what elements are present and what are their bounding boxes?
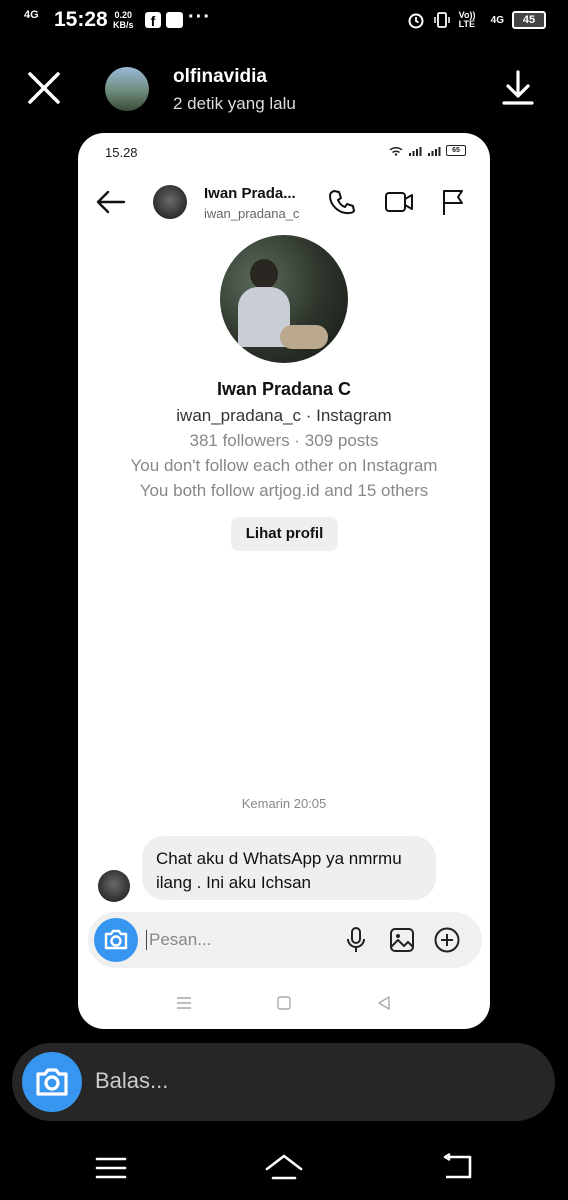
volte-indicator: Vo)) LTE bbox=[458, 10, 476, 29]
more-notifications-icon: ··· bbox=[188, 6, 211, 28]
inner-back-icon bbox=[378, 996, 390, 1010]
microphone-icon bbox=[347, 927, 365, 952]
camera-icon bbox=[36, 1068, 68, 1096]
inner-battery: 65 bbox=[446, 145, 466, 156]
message-input[interactable]: Pesan... bbox=[146, 930, 211, 950]
plus-circle-icon bbox=[434, 927, 460, 953]
report-button[interactable] bbox=[440, 188, 466, 216]
download-button[interactable] bbox=[500, 68, 536, 108]
profile-photo[interactable] bbox=[220, 235, 348, 363]
back-icon bbox=[443, 1152, 472, 1179]
vibrate-icon bbox=[433, 12, 450, 28]
network-speed: 0.20 KB/s bbox=[113, 10, 134, 30]
chat-avatar[interactable] bbox=[153, 185, 187, 219]
back-button[interactable] bbox=[94, 187, 128, 217]
reply-input[interactable]: Balas... bbox=[95, 1068, 168, 1094]
signal-icon-2 bbox=[428, 146, 441, 156]
back-nav-button[interactable] bbox=[440, 1152, 474, 1182]
message-bubble[interactable]: Chat aku d WhatsApp ya nmrmu ilang . Ini… bbox=[142, 836, 436, 900]
alarm-icon bbox=[408, 13, 424, 29]
inner-status-icons: 65 bbox=[389, 145, 466, 156]
mail-icon bbox=[166, 12, 183, 28]
menu-icon bbox=[95, 1157, 127, 1179]
menu-button[interactable] bbox=[95, 1154, 127, 1182]
close-icon bbox=[28, 72, 60, 104]
facebook-icon: f bbox=[145, 12, 161, 29]
profile-handle: iwan_pradana_c · Instagram bbox=[176, 406, 392, 425]
shared-screenshot: 15.28 65 Iwan Prada... iwan_pradana_c Iw… bbox=[78, 133, 490, 1029]
status-bar: 4G 15:28 0.20 KB/s f ··· Vo)) LTE 4G 45 bbox=[0, 0, 568, 42]
story-time-ago: 2 detik yang lalu bbox=[173, 94, 296, 113]
close-button[interactable] bbox=[24, 68, 64, 108]
image-icon bbox=[390, 928, 414, 952]
navigation-bar bbox=[0, 1140, 568, 1196]
chat-contact-username[interactable]: iwan_pradana_c bbox=[204, 206, 299, 221]
signal-icon bbox=[409, 146, 422, 156]
phone-icon bbox=[329, 190, 355, 215]
battery-indicator: 45 bbox=[512, 11, 546, 29]
message-timestamp: Kemarin 20:05 bbox=[241, 796, 327, 811]
more-options-button[interactable] bbox=[433, 926, 461, 954]
voice-message-button[interactable] bbox=[342, 926, 370, 954]
profile-stats: 381 followers · 309 posts bbox=[189, 431, 379, 450]
camera-icon bbox=[104, 929, 128, 950]
sender-avatar[interactable] bbox=[98, 870, 130, 902]
follow-status: You don't follow each other on Instagram bbox=[130, 456, 438, 475]
message-composer: Pesan... bbox=[88, 912, 482, 968]
home-button[interactable] bbox=[264, 1152, 304, 1182]
arrow-left-icon bbox=[96, 190, 126, 214]
profile-name: Iwan Pradana C bbox=[216, 379, 352, 399]
voice-call-button[interactable] bbox=[328, 188, 356, 216]
inner-nav-bar bbox=[78, 991, 490, 1015]
story-author-username[interactable]: olfinavidia bbox=[173, 66, 267, 88]
gallery-button[interactable] bbox=[388, 926, 416, 954]
status-right: Vo)) LTE 4G 45 bbox=[407, 11, 546, 29]
video-camera-icon bbox=[385, 192, 413, 212]
story-author-avatar[interactable] bbox=[105, 67, 149, 111]
mutual-follows: You both follow artjog.id and 15 others bbox=[139, 481, 429, 500]
reply-bar: Balas... bbox=[12, 1043, 555, 1121]
inner-status-time: 15.28 bbox=[105, 145, 138, 160]
inner-home-icon bbox=[277, 996, 291, 1010]
download-icon bbox=[502, 70, 534, 105]
camera-button[interactable] bbox=[94, 918, 138, 962]
home-icon bbox=[265, 1154, 303, 1180]
status-time: 15:28 bbox=[54, 8, 108, 31]
flag-icon bbox=[443, 190, 463, 215]
reply-camera-button[interactable] bbox=[22, 1052, 82, 1112]
video-call-button[interactable] bbox=[384, 188, 414, 216]
wifi-icon bbox=[389, 146, 403, 156]
network-indicator: 4G bbox=[24, 9, 39, 21]
message-text: Chat aku d WhatsApp ya nmrmu ilang . Ini… bbox=[156, 849, 402, 892]
network-indicator-right: 4G bbox=[490, 14, 504, 26]
inner-menu-icon bbox=[177, 997, 191, 1009]
chat-contact-name[interactable]: Iwan Prada... bbox=[204, 185, 296, 202]
view-profile-button[interactable]: Lihat profil bbox=[231, 517, 338, 551]
